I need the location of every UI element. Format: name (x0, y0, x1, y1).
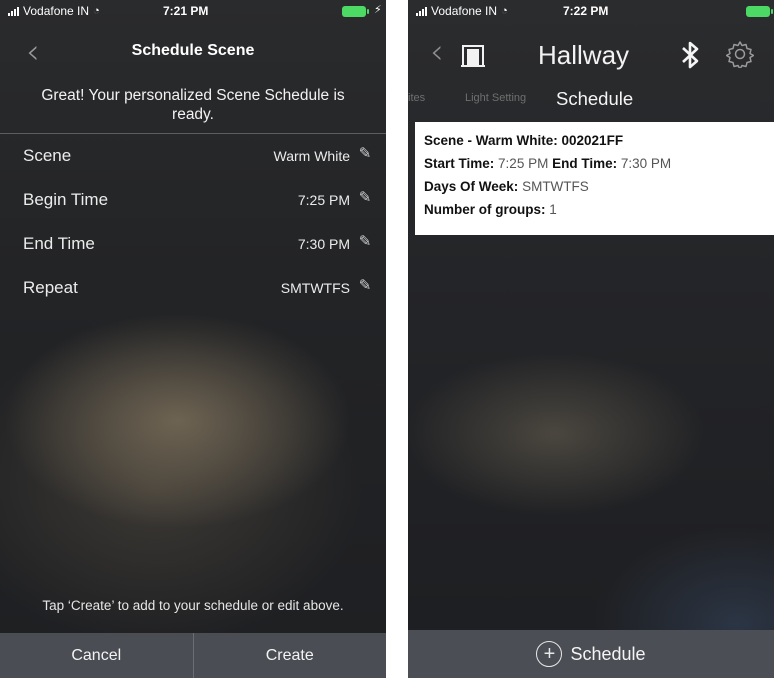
battery-icon (746, 6, 773, 17)
pencil-icon[interactable]: ✎ (356, 188, 374, 206)
begin-time-label: Begin Time (23, 190, 109, 209)
signal-icon (416, 6, 427, 16)
begin-time-row[interactable]: Begin Time 7:25 PM ✎ (0, 178, 386, 222)
add-schedule-button[interactable]: + Schedule (408, 630, 774, 678)
schedule-scene-screen: Vodafone IN ◔ 7:21 PM ⚡ ‹ Schedule Scene… (0, 0, 386, 678)
status-bar: Vodafone IN ◔ 7:22 PM (408, 0, 774, 24)
door-icon[interactable] (460, 44, 486, 68)
charging-icon: ⚡ (374, 4, 382, 16)
nav-bar: ‹ Schedule Scene (0, 32, 386, 72)
nav-bar: ‹ Hallway (408, 30, 774, 76)
tab-strip: ites Light Setting Schedule (408, 84, 774, 114)
end-time-value: 7:30 PM (620, 156, 672, 171)
battery-icon (342, 6, 369, 17)
pencil-icon[interactable]: ✎ (356, 144, 374, 162)
add-schedule-label: Schedule (570, 643, 646, 664)
carrier-info: Vodafone IN ◔ (8, 4, 100, 18)
tab-schedule[interactable]: Schedule (556, 88, 633, 110)
repeat-row[interactable]: Repeat SMTWTFS ✎ (0, 266, 386, 310)
page-title: Schedule Scene (131, 42, 255, 59)
days-label: Days Of Week: (424, 179, 519, 194)
end-time-row[interactable]: End Time 7:30 PM ✎ (0, 222, 386, 266)
scene-heading: Scene - Warm White: 002021FF (424, 133, 624, 148)
scene-label: Scene (23, 146, 72, 165)
end-time-label: End Time (23, 234, 95, 253)
end-time-label: End Time: (552, 156, 618, 171)
action-bar: Cancel Create (0, 633, 386, 678)
pencil-icon[interactable]: ✎ (356, 276, 374, 294)
scene-value: Warm White (273, 148, 350, 164)
repeat-label: Repeat (23, 278, 78, 297)
start-time-value: 7:25 PM (498, 156, 549, 171)
begin-time-value: 7:25 PM (297, 192, 350, 208)
schedule-fields: Scene Warm White ✎ Begin Time 7:25 PM ✎ … (0, 134, 386, 310)
room-title: Hallway (538, 40, 630, 70)
confirmation-message: Great! Your personalized Scene Schedule … (41, 87, 345, 123)
wifi-icon: ◔ (501, 5, 508, 17)
wifi-icon: ◔ (93, 5, 100, 17)
hallway-schedule-screen: Vodafone IN ◔ 7:22 PM ‹ Hallway ites Lig… (408, 0, 774, 678)
back-chevron-icon[interactable]: ‹ (430, 32, 444, 72)
plus-circle-icon: + (536, 641, 563, 667)
status-time: 7:21 PM (163, 4, 209, 18)
instruction-text: Tap ‘Create’ to add to your schedule or … (42, 598, 344, 613)
bluetooth-icon[interactable] (679, 40, 701, 70)
signal-icon (8, 6, 19, 16)
tab-light-setting[interactable]: Light Setting (465, 92, 526, 104)
scene-row[interactable]: Scene Warm White ✎ (0, 134, 386, 178)
status-time: 7:22 PM (563, 4, 609, 18)
start-time-label: Start Time: (424, 156, 495, 171)
repeat-value: SMTWTFS (280, 280, 350, 296)
tab-scenes[interactable]: ites (408, 92, 425, 104)
gear-icon[interactable] (726, 40, 754, 68)
status-bar: Vodafone IN ◔ 7:21 PM ⚡ (0, 0, 386, 24)
carrier-name: Vodafone IN (23, 4, 90, 18)
end-time-value: 7:30 PM (297, 236, 350, 252)
carrier-name: Vodafone IN (431, 4, 498, 18)
pencil-icon[interactable]: ✎ (356, 232, 374, 250)
carrier-info: Vodafone IN ◔ (416, 4, 508, 18)
schedule-card[interactable]: Scene - Warm White: 002021FF Start Time:… (415, 122, 774, 235)
groups-value: 1 (549, 202, 557, 217)
days-value: SMTWTFS (522, 179, 589, 194)
create-button[interactable]: Create (194, 633, 387, 678)
cancel-button[interactable]: Cancel (0, 633, 193, 678)
groups-label: Number of groups: (424, 202, 546, 217)
